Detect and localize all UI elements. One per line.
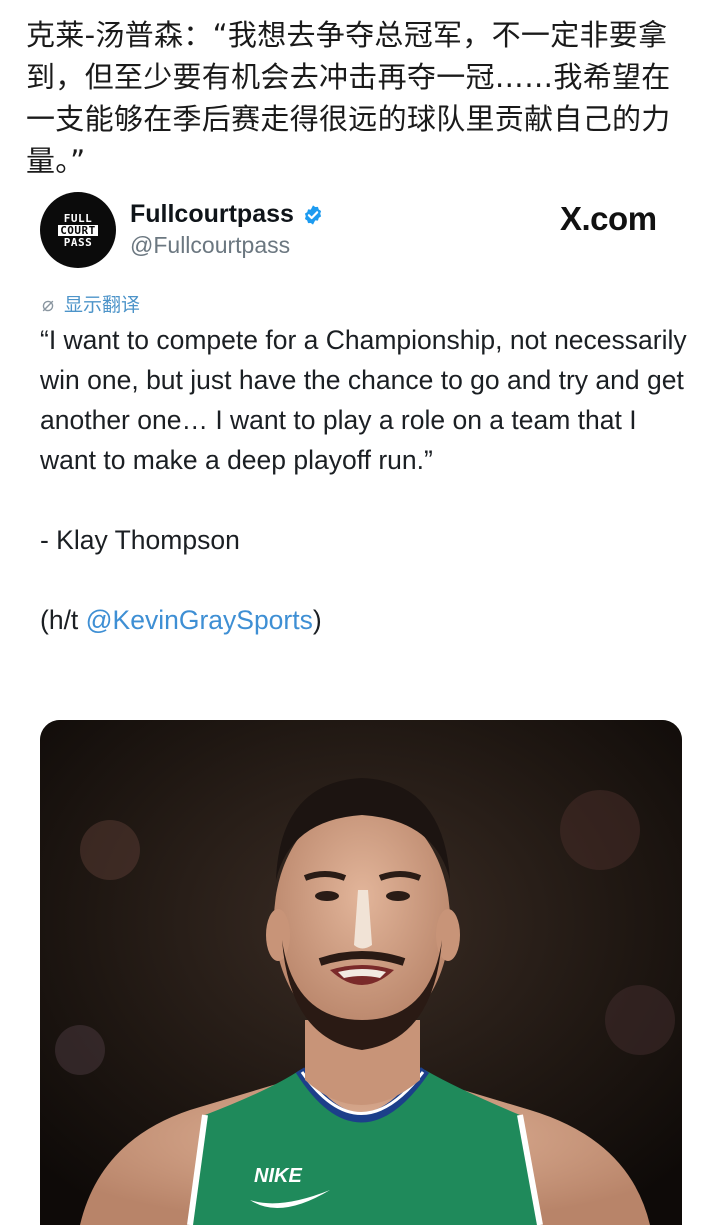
display-name[interactable]: Fullcourtpass [130, 200, 294, 229]
hat-tip-prefix: (h/t [40, 605, 86, 635]
tweet-text: “I want to compete for a Championship, n… [40, 320, 690, 640]
hat-tip-suffix: ) [312, 605, 322, 635]
post-caption: 克莱-汤普森：“我想去争夺总冠军，不一定非要拿到，但至少要有机会去冲击再夺一冠…… [26, 18, 671, 178]
avatar[interactable]: FULL COURT PASS [40, 192, 116, 268]
globe-icon: ⌀ [42, 291, 55, 316]
avatar-line-2: COURT [58, 223, 98, 237]
embedded-tweet-card[interactable]: FULL COURT PASS Fullcourtpass @Fullcourt… [0, 180, 720, 1225]
tweet-media-photo[interactable]: NIKE [40, 720, 682, 1225]
avatar-line-3: PASS [63, 235, 93, 249]
handle[interactable]: @Fullcourtpass [130, 232, 290, 259]
avatar-line-1: FULL [63, 211, 93, 225]
x-brand-label: X.com [560, 200, 657, 237]
tweet-attribution: - Klay Thompson [40, 525, 240, 555]
translate-label: 显示翻译 [64, 294, 141, 316]
verified-badge-icon [304, 205, 322, 225]
player-photo: NIKE [40, 720, 682, 1225]
translate-link[interactable]: ⌀ 显示翻译 [42, 290, 140, 317]
jersey-logo-text: NIKE [254, 1165, 302, 1187]
tweet-hat-tip: (h/t @KevinGraySports) [40, 600, 690, 640]
mention-link[interactable]: @KevinGraySports [86, 605, 313, 635]
tweet-quote: “I want to compete for a Championship, n… [40, 325, 687, 475]
